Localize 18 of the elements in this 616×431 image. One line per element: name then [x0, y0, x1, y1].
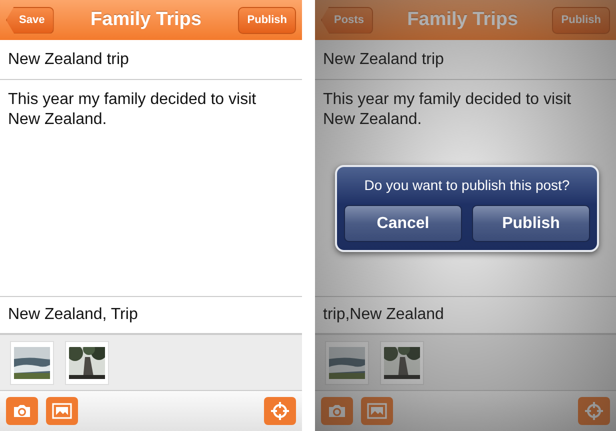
screen-title: Family Trips	[406, 9, 520, 31]
photo-thumbnail[interactable]	[10, 340, 54, 384]
alert-message: Do you want to publish this post?	[363, 177, 571, 193]
photo-thumbnail[interactable]	[65, 340, 109, 384]
camera-icon[interactable]	[321, 397, 353, 425]
photo-thumbnail[interactable]	[325, 340, 369, 384]
screen-title: Family Trips	[90, 9, 202, 31]
post-title-field[interactable]: New Zealand trip	[315, 40, 616, 80]
post-body-field[interactable]: This year my family decided to visit New Zealand.	[0, 80, 302, 297]
photo-thumbnail[interactable]	[380, 340, 424, 384]
crosshair-icon[interactable]	[578, 397, 610, 425]
post-title-field[interactable]: New Zealand trip	[0, 40, 302, 80]
crosshair-icon[interactable]	[264, 397, 296, 425]
camera-icon[interactable]	[6, 397, 38, 425]
cancel-button[interactable]: Cancel	[344, 205, 462, 242]
image-icon[interactable]	[46, 397, 78, 425]
image-icon[interactable]	[361, 397, 393, 425]
publish-button[interactable]: Publish	[472, 205, 590, 242]
